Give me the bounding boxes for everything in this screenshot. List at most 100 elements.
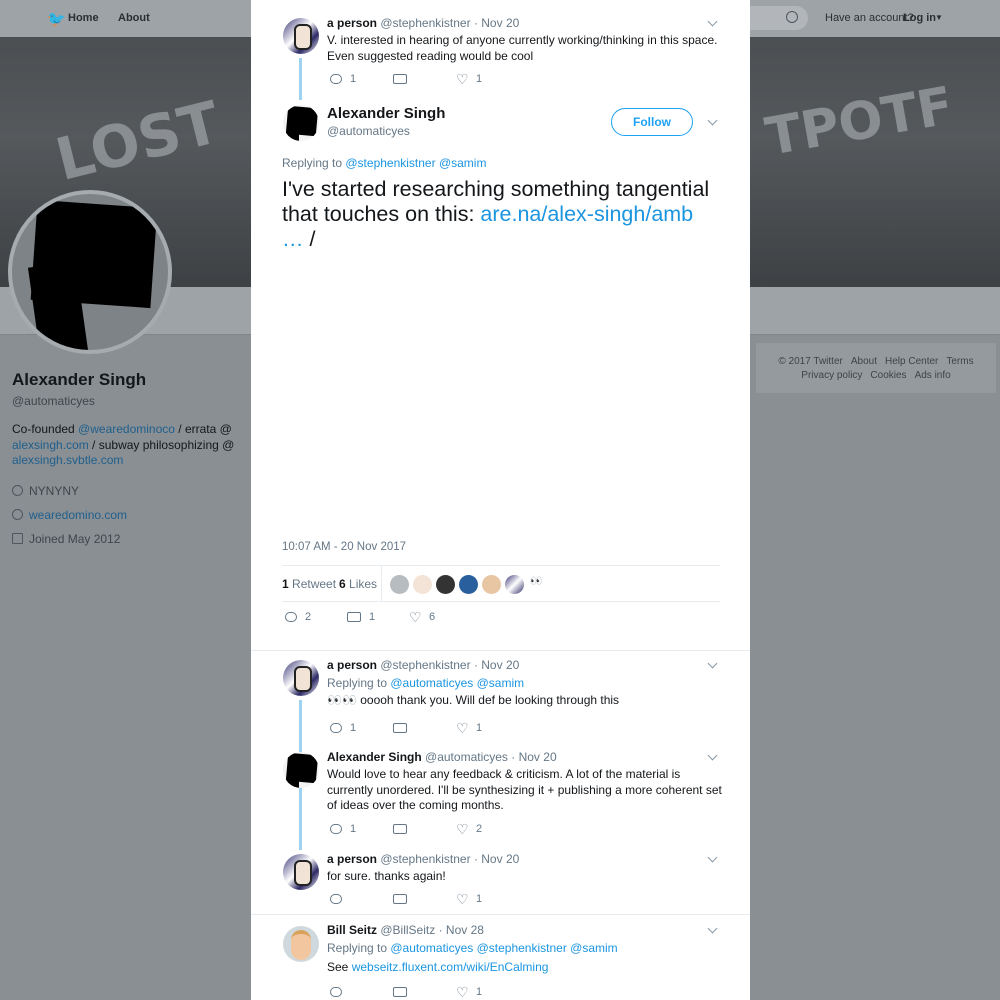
heart-icon: ♡ (456, 821, 469, 837)
replying-to: Replying to @automaticyes @samim (327, 676, 525, 690)
avatar[interactable] (283, 926, 319, 962)
nav-home-link[interactable]: Home (68, 12, 99, 24)
parent-tweet: a person @stephenkistner · Nov 20 V. int… (327, 16, 727, 64)
like-button[interactable]: ♡ 1 (456, 721, 519, 735)
bio-link-wearedominoco[interactable]: @wearedominoco (78, 422, 175, 436)
profile-avatar[interactable] (8, 190, 172, 354)
tweet-url-link[interactable]: webseitz.fluxent.com/wiki/EnCalming (352, 960, 549, 974)
like-button[interactable]: ♡ 1 (456, 72, 519, 86)
tweet-author-handle[interactable]: @stephenkistner (380, 852, 470, 866)
mention-link[interactable]: @automaticyes @stephenkistner @samim (390, 941, 617, 955)
chevron-down-icon[interactable] (707, 117, 719, 129)
like-button[interactable]: ♡ 2 (456, 821, 519, 837)
reply-button[interactable]: 2 (285, 611, 347, 623)
retweet-count-link[interactable]: 1 Retweet (282, 577, 336, 591)
reply-button[interactable]: 1 (330, 823, 393, 835)
mention-link[interactable]: @stephenkistner (345, 156, 435, 170)
like-button[interactable]: ♡ 6 (409, 610, 471, 624)
tweet-author-handle[interactable]: @automaticyes (327, 124, 410, 138)
follow-button[interactable]: Follow (611, 108, 693, 136)
mention-link[interactable]: @samim (439, 156, 487, 170)
chevron-down-icon[interactable] (707, 925, 719, 937)
replies-divider (251, 914, 750, 915)
footer-ads-link[interactable]: Ads info (915, 370, 951, 381)
tweet-author-name[interactable]: a person (327, 852, 377, 866)
stats-divider (381, 566, 382, 602)
chevron-down-icon[interactable] (707, 660, 719, 672)
avatar[interactable] (283, 854, 319, 890)
footer-about-link[interactable]: About (851, 356, 877, 367)
tweet-timestamp[interactable]: 10:07 AM - 20 Nov 2017 (282, 541, 406, 553)
profile-name: Alexander Singh (12, 370, 147, 389)
tweet-date[interactable]: · Nov 20 (474, 16, 519, 30)
footer-privacy-link[interactable]: Privacy policy (801, 370, 862, 381)
tweet-url-link[interactable]: are.na/alex-singh/amb (480, 202, 693, 226)
like-button[interactable]: ♡ 1 (456, 891, 519, 907)
replies-divider (251, 650, 750, 651)
tweet-date[interactable]: · Nov 20 (511, 750, 556, 764)
replying-to: Replying to @stephenkistner @samim (282, 156, 487, 170)
footer-cookies-link[interactable]: Cookies (870, 370, 906, 381)
tweet-author-handle[interactable]: @BillSeitz (380, 923, 435, 937)
footer-terms-link[interactable]: Terms (946, 356, 973, 367)
retweet-button[interactable] (393, 987, 456, 997)
like-button[interactable]: ♡ 1 (456, 985, 519, 999)
tweet-author-name[interactable]: Alexander Singh (327, 750, 422, 764)
tweet-author-handle[interactable]: @stephenkistner (380, 16, 470, 30)
reply-button[interactable]: 1 (330, 73, 393, 85)
reply-tweet: a person @stephenkistner · Nov 20 for su… (327, 852, 727, 885)
tweet-author-name[interactable]: Bill Seitz (327, 923, 377, 937)
bio-link-alexsingh[interactable]: alexsingh.com (12, 438, 89, 452)
retweet-icon (393, 824, 407, 834)
chevron-down-icon[interactable] (707, 854, 719, 866)
liker-avatar[interactable] (436, 575, 455, 594)
nav-about-link[interactable]: About (118, 12, 150, 24)
tweet-author-name[interactable]: a person (327, 658, 377, 672)
avatar[interactable] (283, 105, 319, 141)
retweet-button[interactable] (393, 824, 456, 834)
tweet-author-handle[interactable]: @automaticyes (425, 750, 508, 764)
liker-avatar[interactable] (505, 575, 524, 594)
tweet-date[interactable]: · Nov 20 (474, 852, 519, 866)
avatar[interactable] (283, 660, 319, 696)
liker-avatar[interactable] (482, 575, 501, 594)
reply-button[interactable] (330, 894, 393, 904)
profile-joined: Joined May 2012 (12, 531, 237, 547)
retweet-button[interactable] (393, 723, 456, 733)
tweet-actions: 1 ♡ 2 (330, 821, 519, 837)
reply-button[interactable] (330, 987, 393, 997)
tweet-date[interactable]: · Nov 28 (439, 923, 484, 937)
twitter-bird-icon[interactable]: 🐦 (47, 10, 66, 28)
liker-avatar[interactable] (390, 575, 409, 594)
login-link[interactable]: Log in (903, 12, 936, 24)
avatar[interactable] (283, 752, 319, 788)
tweet-author-name[interactable]: Alexander Singh (327, 105, 445, 122)
tweet-stats: 1 Retweet 6 Likes 👀 (282, 565, 720, 602)
chevron-down-icon[interactable]: ▼ (935, 13, 943, 22)
retweet-button[interactable] (393, 894, 456, 904)
mention-link[interactable]: @automaticyes @samim (390, 676, 524, 690)
profile-website-link[interactable]: wearedomino.com (29, 508, 127, 522)
avatar[interactable] (283, 18, 319, 54)
footer-help-link[interactable]: Help Center (885, 356, 938, 367)
tweet-url-ellipsis[interactable]: … (282, 227, 304, 251)
like-count-link[interactable]: 6 Likes (339, 577, 377, 591)
tweet-author-handle[interactable]: @stephenkistner (380, 658, 470, 672)
tweet-author-name[interactable]: a person (327, 16, 377, 30)
retweet-button[interactable] (393, 74, 456, 84)
header-graffiti-left: LOST (49, 87, 227, 195)
retweet-icon (393, 894, 407, 904)
retweet-icon (393, 723, 407, 733)
bio-link-svbtle[interactable]: alexsingh.svbtle.com (12, 453, 123, 467)
liker-avatar[interactable] (413, 575, 432, 594)
liker-avatar[interactable] (459, 575, 478, 594)
chevron-down-icon[interactable] (707, 18, 719, 30)
tweet-date[interactable]: · Nov 20 (474, 658, 519, 672)
heart-icon: ♡ (456, 891, 469, 907)
calendar-icon (12, 533, 23, 544)
reply-button[interactable]: 1 (330, 722, 393, 734)
search-icon[interactable] (786, 11, 798, 23)
account-prompt: Have an account? (825, 12, 914, 24)
chevron-down-icon[interactable] (707, 752, 719, 764)
retweet-button[interactable]: 1 (347, 611, 409, 623)
